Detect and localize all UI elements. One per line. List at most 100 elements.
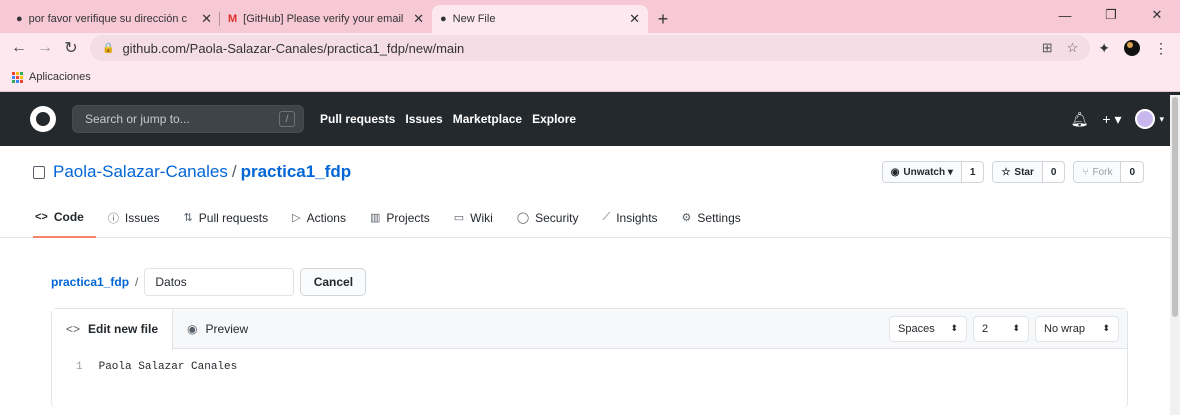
tab-preview[interactable]: ◉ Preview <box>173 309 262 349</box>
address-bar-row: ← → ↻ 🔒 github.com/Paola-Salazar-Canales… <box>0 33 1180 63</box>
tab-label: Security <box>535 210 579 225</box>
github-icon: ● <box>440 13 447 25</box>
select-value: 2 <box>982 322 989 335</box>
watch-button[interactable]: ◉ Unwatch ▾ 1 <box>881 161 985 183</box>
tab-actions[interactable]: ▷ Actions <box>280 198 358 238</box>
repo-title: Paola-Salazar-Canales / practica1_fdp <box>53 162 352 181</box>
eye-icon: ◉ <box>890 166 900 178</box>
tab-insights[interactable]: ⟋ Insights <box>590 198 669 238</box>
apps-icon <box>12 71 23 83</box>
tab-label: Code <box>53 209 84 224</box>
star-count[interactable]: 0 <box>1041 162 1065 182</box>
tab-label: Pull requests <box>198 210 269 225</box>
path-root-link[interactable]: practica1_fdp <box>51 275 129 289</box>
wrap-mode-select[interactable]: No wrap ⬍ <box>1035 315 1119 342</box>
bookmark-star-icon[interactable]: ☆ <box>1067 40 1079 56</box>
star-button[interactable]: ☆ Star 0 <box>992 161 1066 183</box>
browser-tab[interactable]: ● por favor verifique su dirección c ✕ <box>8 5 220 33</box>
tab-settings[interactable]: ⚙ Settings <box>670 198 753 238</box>
tab-code[interactable]: <> Code <box>33 198 96 238</box>
back-icon[interactable]: ← <box>6 39 32 57</box>
repo-nav-tabs: <> Code ⓘ Issues ⇅ Pull requests ▷ Actions ▥… <box>0 198 1180 238</box>
github-icon: ● <box>16 13 23 25</box>
code-line: Paola Salazar Canales <box>98 361 238 373</box>
tab-title: por favor verifique su dirección c <box>28 13 188 25</box>
page-scrollbar[interactable] <box>1170 95 1180 415</box>
select-value: No wrap <box>1044 322 1085 335</box>
watch-label: Unwatch ▾ <box>903 166 953 178</box>
code-icon: <> <box>35 210 48 223</box>
forward-icon[interactable]: → <box>32 39 58 57</box>
tab-pull-requests[interactable]: ⇅ Pull requests <box>172 198 281 238</box>
indent-mode-select[interactable]: Spaces ⬍ <box>889 315 967 342</box>
user-avatar[interactable] <box>1135 109 1156 129</box>
tab-title: New File <box>452 13 496 25</box>
search-input[interactable]: Search or jump to... / <box>72 105 304 133</box>
restore-icon[interactable]: ❐ <box>1088 0 1134 30</box>
star-icon: ☆ <box>1001 166 1011 178</box>
code-area[interactable]: 1 Paola Salazar Canales <box>52 349 1127 373</box>
indent-size-select[interactable]: 2 ⬍ <box>973 315 1029 342</box>
close-window-icon[interactable]: ✕ <box>1134 0 1180 30</box>
tab-label: Edit new file <box>88 322 159 336</box>
tab-issues[interactable]: ⓘ Issues <box>96 198 172 238</box>
tab-label: Wiki <box>470 210 493 225</box>
browser-tab-active[interactable]: ● New File ✕ <box>432 5 648 33</box>
create-new-icon[interactable]: + ▾ <box>1102 111 1121 128</box>
url-text: github.com/Paola-Salazar-Canales/practic… <box>122 40 465 56</box>
apps-bookmark[interactable]: Aplicaciones <box>29 71 91 83</box>
nav-pull-requests[interactable]: Pull requests <box>320 112 395 126</box>
tab-title: [GitHub] Please verify your email <box>243 13 404 25</box>
search-shortcut-key: / <box>279 111 295 127</box>
url-input[interactable]: 🔒 github.com/Paola-Salazar-Canales/pract… <box>90 35 1091 61</box>
scrollbar-thumb[interactable] <box>1172 97 1178 317</box>
extensions-icon[interactable]: ✦ <box>1098 40 1110 57</box>
tab-wiki[interactable]: ▭ Wiki <box>442 198 505 238</box>
bookmarks-bar: Aplicaciones <box>0 63 1180 92</box>
fork-button[interactable]: ⑂ Fork 0 <box>1073 161 1144 183</box>
close-icon[interactable]: ✕ <box>629 11 640 27</box>
repo-name-link[interactable]: practica1_fdp <box>241 162 352 181</box>
nav-marketplace[interactable]: Marketplace <box>453 112 522 126</box>
close-icon[interactable]: ✕ <box>413 11 424 27</box>
tab-label: Projects <box>386 210 430 225</box>
window-controls: — ❐ ✕ <box>1042 0 1180 30</box>
bell-icon[interactable]: 🔔︎ <box>1071 111 1089 128</box>
gear-icon: ⚙ <box>681 212 692 224</box>
close-icon[interactable]: ✕ <box>201 11 212 27</box>
tab-security[interactable]: ◯ Security <box>505 198 591 238</box>
menu-icon[interactable]: ⋮ <box>1154 40 1168 57</box>
fork-icon: ⑂ <box>1082 166 1089 178</box>
profile-avatar[interactable] <box>1124 40 1140 56</box>
filename-input[interactable]: Datos <box>144 268 295 296</box>
graph-icon: ⟋ <box>602 211 611 223</box>
repo-owner-link[interactable]: Paola-Salazar-Canales <box>53 162 228 181</box>
browser-tab[interactable]: M [GitHub] Please verify your email ✕ <box>220 5 432 33</box>
star-label: Star <box>1014 166 1034 178</box>
github-logo-icon[interactable] <box>30 106 56 132</box>
watch-count[interactable]: 1 <box>960 162 984 182</box>
select-value: Spaces <box>898 322 935 335</box>
repo-header: Paola-Salazar-Canales / practica1_fdp ◉ Unw… <box>0 146 1180 198</box>
translate-icon[interactable]: ⊞ <box>1042 40 1053 56</box>
new-tab-button[interactable]: + <box>648 5 678 33</box>
gmail-icon: M <box>228 13 238 25</box>
updown-icon: ⬍ <box>1102 323 1110 333</box>
tab-projects[interactable]: ▥ Projects <box>358 198 442 238</box>
minimize-icon[interactable]: — <box>1042 0 1088 30</box>
project-icon: ▥ <box>369 212 381 224</box>
reload-icon[interactable]: ↻ <box>58 38 84 58</box>
cancel-button[interactable]: Cancel <box>300 268 367 296</box>
tab-label: Insights <box>616 210 658 225</box>
issue-icon: ⓘ <box>107 212 119 225</box>
fork-count[interactable]: 0 <box>1120 162 1143 182</box>
chevron-down-icon[interactable]: ▾ <box>1159 114 1164 125</box>
line-number: 1 <box>76 361 83 373</box>
editor-header: <> Edit new file ◉ Preview Spaces ⬍ 2 ⬍ … <box>52 308 1127 350</box>
nav-issues[interactable]: Issues <box>405 112 442 126</box>
updown-icon: ⬍ <box>1012 323 1020 333</box>
nav-explore[interactable]: Explore <box>532 112 576 126</box>
tab-label: Settings <box>697 210 741 225</box>
code-icon: <> <box>66 322 81 336</box>
tab-edit-new-file[interactable]: <> Edit new file <box>52 308 174 350</box>
